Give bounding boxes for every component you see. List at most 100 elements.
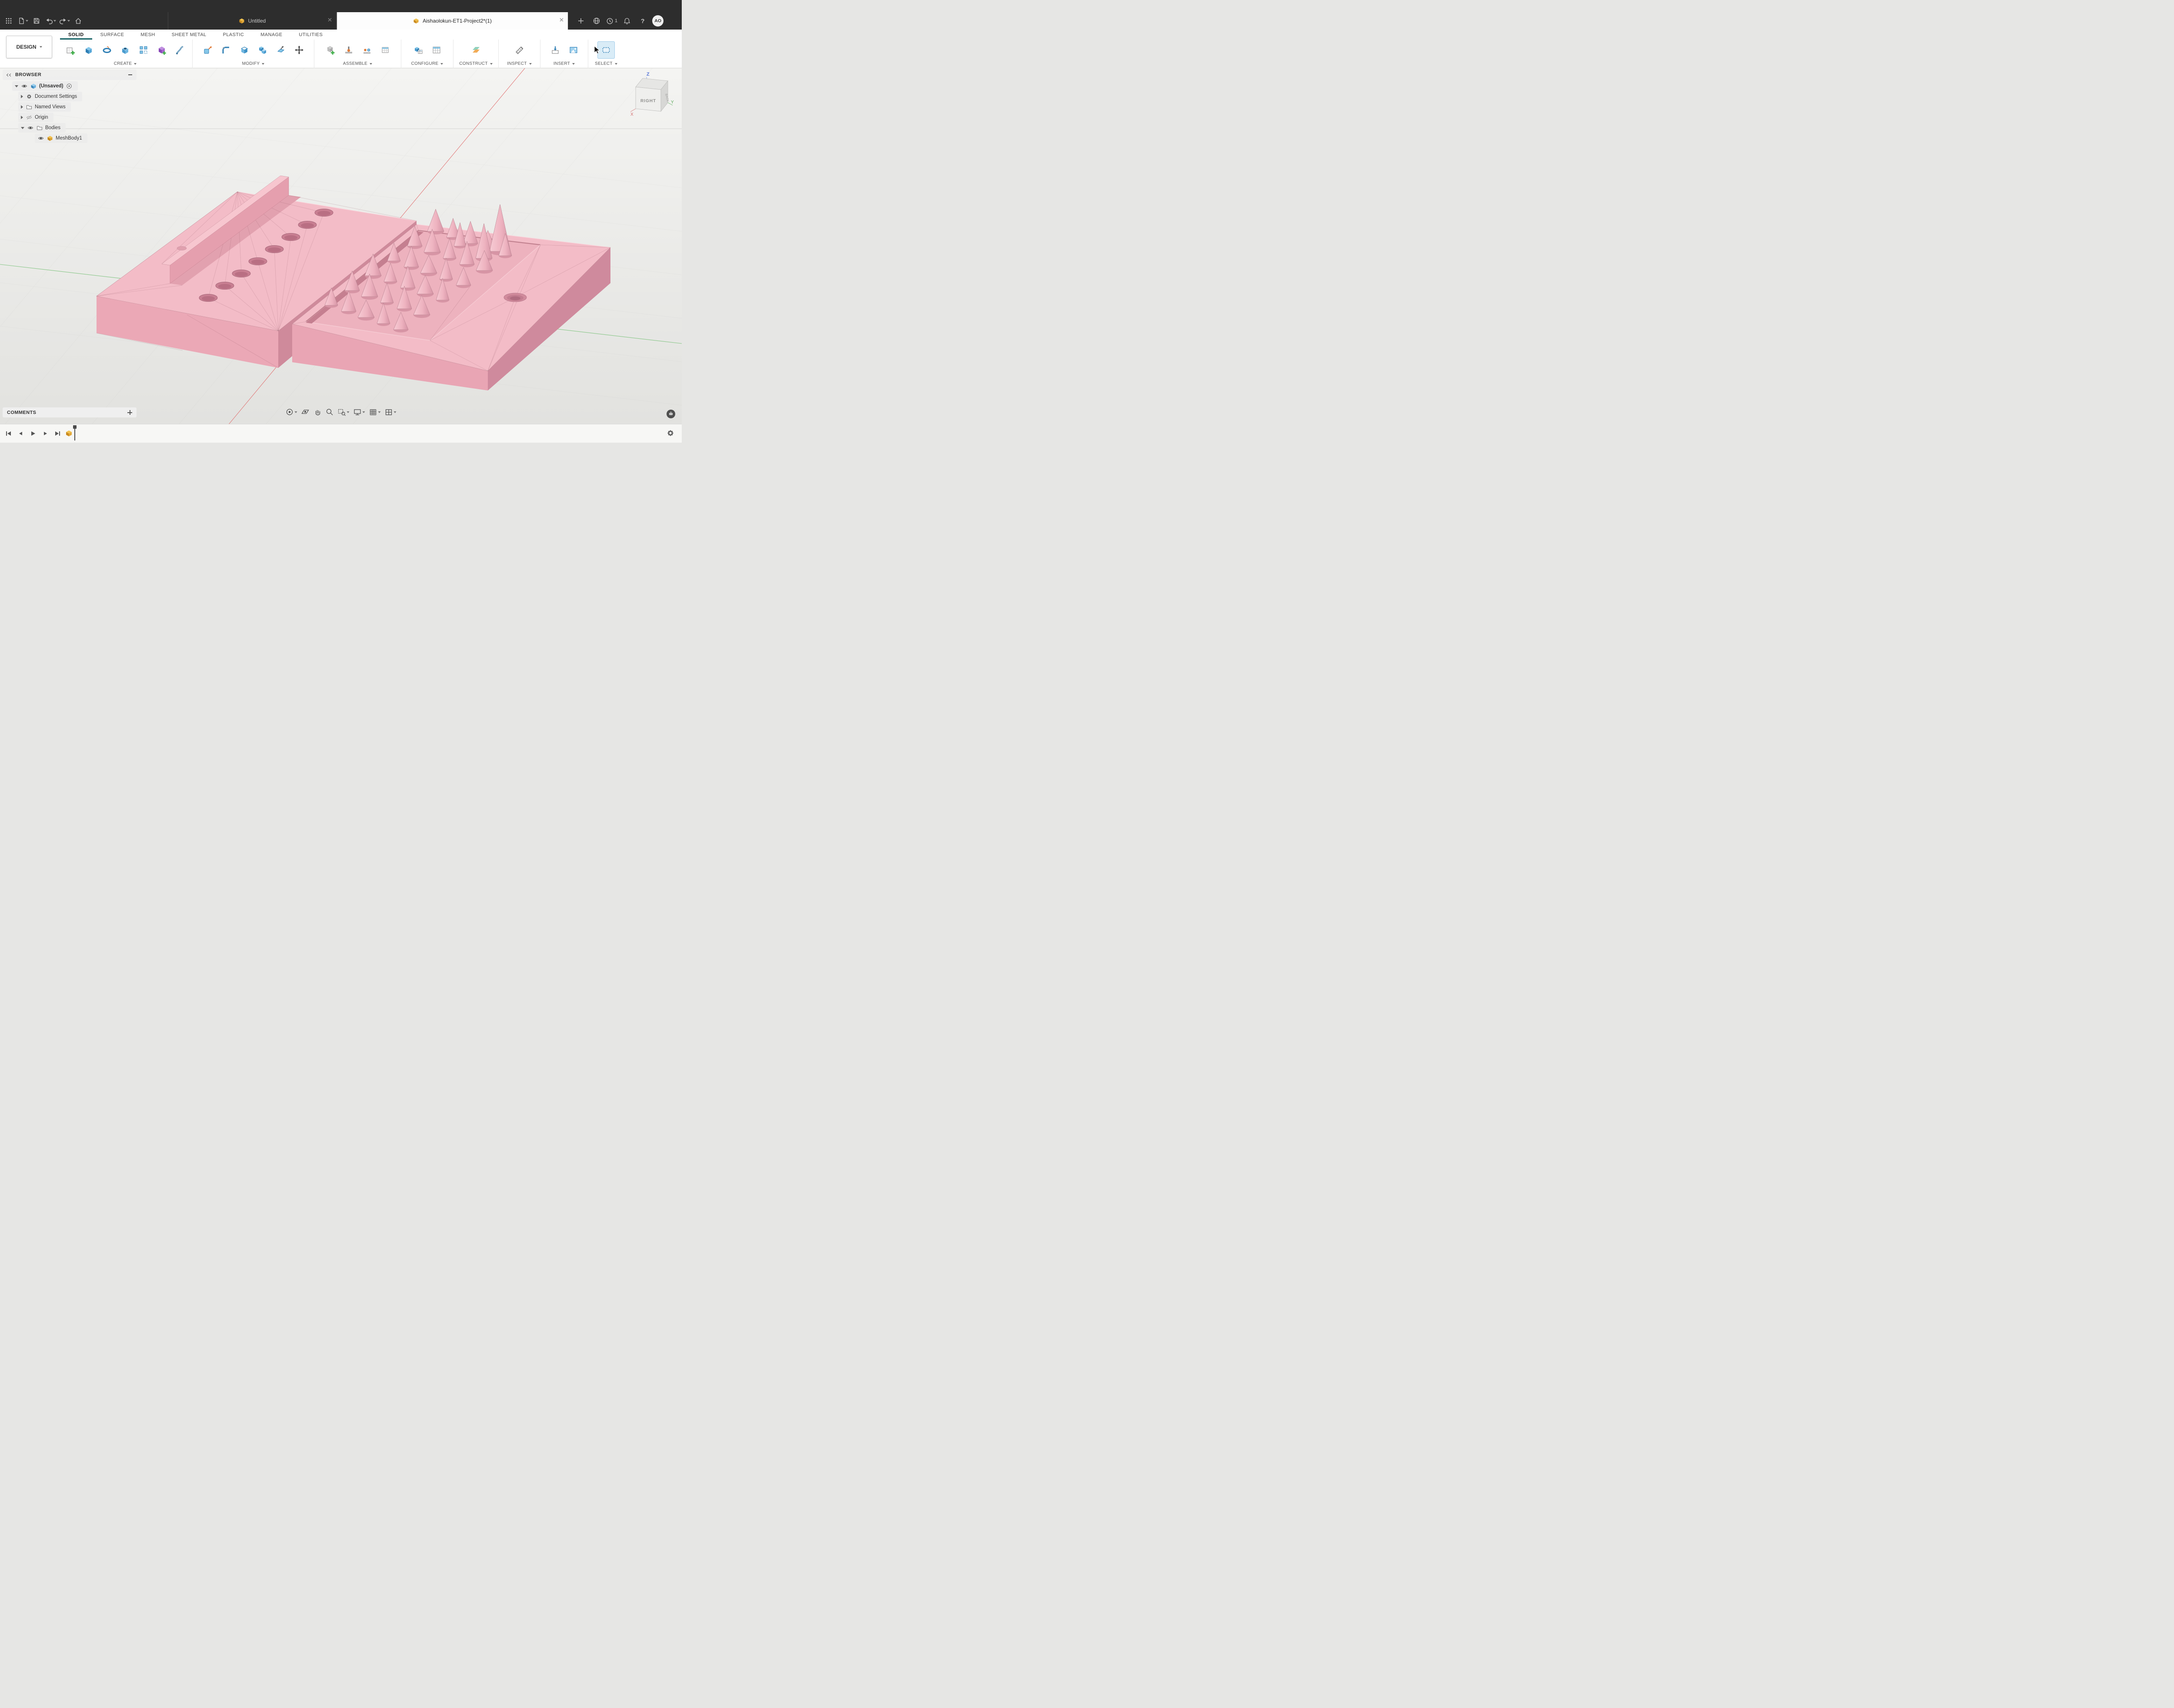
as-built-joint-button[interactable]	[358, 41, 376, 59]
rectangular-pattern-button[interactable]	[135, 41, 152, 59]
insert-derive-button[interactable]	[547, 41, 564, 59]
revolve-button[interactable]	[98, 41, 116, 59]
eye-icon[interactable]	[21, 83, 27, 90]
tab-surface[interactable]: SURFACE	[92, 30, 133, 40]
new-component-button[interactable]	[322, 41, 339, 59]
go-to-end-button[interactable]	[52, 428, 63, 439]
timeline-playhead[interactable]	[74, 426, 75, 440]
grid-settings-button[interactable]	[368, 407, 382, 417]
job-status-button[interactable]: 1	[606, 15, 617, 27]
view-cube[interactable]: Z RIGHT BACK X Y	[626, 69, 678, 117]
add-comment-button[interactable]	[127, 410, 132, 415]
pan-tool-button[interactable]	[313, 407, 323, 417]
close-tab-icon[interactable]	[560, 18, 564, 22]
chevron-down-icon[interactable]	[21, 127, 24, 129]
group-create-label[interactable]: CREATE	[114, 60, 137, 67]
create-form-button[interactable]	[153, 41, 170, 59]
tolerance-analysis-button[interactable]	[377, 41, 394, 59]
home-icon[interactable]	[72, 15, 84, 27]
viewports-button[interactable]	[384, 407, 397, 417]
extrude-button[interactable]	[80, 41, 97, 59]
web-status-icon[interactable]	[590, 15, 603, 27]
timeline-settings-gear-icon[interactable]	[666, 429, 675, 437]
browser-item-bodies[interactable]: Bodies	[18, 123, 66, 133]
activate-radio-icon[interactable]	[66, 83, 73, 90]
tab-plastic[interactable]: PLASTIC	[215, 30, 253, 40]
group-configure-label[interactable]: CONFIGURE	[411, 60, 443, 67]
chevron-right-icon[interactable]	[21, 116, 23, 119]
design-document-icon	[30, 83, 37, 90]
timeline-mesh-feature[interactable]	[65, 429, 73, 438]
window-zoom-tool-button[interactable]	[337, 407, 350, 417]
configure-button[interactable]	[410, 41, 427, 59]
shell-button[interactable]	[236, 41, 253, 59]
browser-panel: BROWSER (Unsaved) Document Settings Name…	[3, 70, 137, 143]
display-settings-button[interactable]	[353, 407, 366, 417]
group-assemble-label[interactable]: ASSEMBLE	[343, 60, 372, 67]
notifications-bell-icon[interactable]	[621, 15, 633, 27]
avatar[interactable]: AO	[652, 15, 664, 27]
go-to-start-button[interactable]	[3, 428, 14, 439]
minimize-panel-icon[interactable]	[128, 74, 132, 75]
redo-button[interactable]	[58, 15, 70, 27]
tab-solid[interactable]: SOLID	[60, 30, 92, 40]
tab-sheet-metal[interactable]: SHEET METAL	[163, 30, 215, 40]
document-tab-active[interactable]: Aishaolokun-ET1-Project2*(1)	[337, 12, 568, 30]
eye-icon[interactable]	[37, 135, 44, 142]
browser-item-named-views[interactable]: Named Views	[18, 102, 71, 112]
chevron-right-icon[interactable]	[21, 95, 23, 98]
zoom-tool-button[interactable]	[325, 407, 335, 417]
browser-item-unsaved[interactable]: (Unsaved)	[12, 81, 78, 91]
hole-button[interactable]	[117, 41, 134, 59]
undo-button[interactable]	[44, 15, 57, 27]
configuration-table-button[interactable]	[428, 41, 445, 59]
tab-utilities[interactable]: UTILITIES	[290, 30, 331, 40]
browser-header[interactable]: BROWSER	[3, 70, 137, 80]
look-at-tool-button[interactable]	[300, 407, 310, 417]
group-inspect-label[interactable]: INSPECT	[507, 60, 531, 67]
chevron-down-icon[interactable]	[15, 85, 18, 87]
eye-off-icon[interactable]	[26, 114, 32, 121]
viewcube-axis-y: Y	[671, 100, 674, 105]
automation-status-icon[interactable]	[666, 409, 676, 419]
press-pull-button[interactable]	[199, 41, 217, 59]
tab-manage[interactable]: MANAGE	[252, 30, 290, 40]
select-button[interactable]	[597, 41, 615, 59]
close-tab-icon[interactable]	[328, 18, 332, 22]
orbit-tool-button[interactable]	[285, 407, 298, 417]
pipe-button[interactable]	[171, 41, 189, 59]
group-insert-label[interactable]: INSERT	[554, 60, 575, 67]
help-button[interactable]: ?	[637, 15, 649, 27]
group-select-label[interactable]: SELECT	[595, 60, 617, 67]
create-sketch-button[interactable]	[62, 41, 79, 59]
collapse-panel-icon[interactable]	[7, 74, 12, 76]
group-construct-label[interactable]: CONSTRUCT	[459, 60, 492, 67]
step-back-button[interactable]	[16, 428, 26, 439]
browser-item-origin[interactable]: Origin	[18, 113, 53, 122]
workspace-switcher[interactable]: DESIGN	[6, 36, 52, 58]
browser-item-document-settings[interactable]: Document Settings	[18, 92, 82, 101]
step-forward-button[interactable]	[40, 428, 50, 439]
file-menu-button[interactable]	[17, 15, 29, 27]
offset-face-button[interactable]	[272, 41, 290, 59]
play-button[interactable]	[28, 428, 38, 439]
comments-bar[interactable]: COMMENTS	[3, 407, 137, 417]
tab-mesh[interactable]: MESH	[132, 30, 163, 40]
joint-button[interactable]	[340, 41, 357, 59]
save-button[interactable]	[30, 15, 43, 27]
move-copy-button[interactable]	[290, 41, 308, 59]
measure-button[interactable]	[511, 41, 528, 59]
fusion-app-window: Untitled Aishaolokun-ET1-Project2*(1) 1 …	[0, 0, 682, 443]
fillet-button[interactable]	[217, 41, 235, 59]
document-tab-untitled[interactable]: Untitled	[168, 12, 337, 30]
eye-icon[interactable]	[27, 125, 33, 131]
new-tab-plus-icon[interactable]	[575, 15, 587, 27]
chevron-right-icon[interactable]	[21, 105, 23, 109]
construction-plane-button[interactable]	[467, 41, 485, 59]
group-construct: CONSTRUCT	[453, 40, 499, 68]
canvas-button[interactable]	[565, 41, 582, 59]
combine-button[interactable]	[254, 41, 271, 59]
group-modify-label[interactable]: MODIFY	[242, 60, 265, 67]
browser-item-meshbody1[interactable]: MeshBody1	[35, 133, 87, 143]
apps-grid-icon[interactable]	[3, 15, 15, 27]
